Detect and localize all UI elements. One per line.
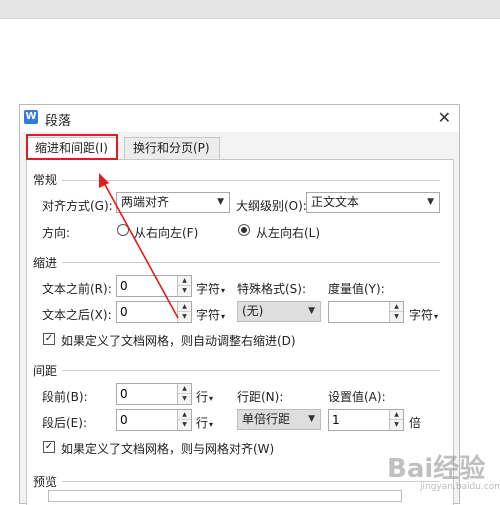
spacing-after-input[interactable]: [120, 411, 170, 429]
setting-value-unit: 倍: [409, 416, 422, 430]
indent-before-label: 文本之前(R):: [42, 282, 112, 296]
section-divider: [62, 481, 440, 482]
section-spacing-title: 间距: [33, 364, 58, 378]
indent-before-unit-dropdown[interactable]: 字符▾: [196, 280, 225, 297]
snap-to-grid-checkbox[interactable]: ✓: [43, 441, 55, 453]
alignment-select-value: 两端对齐: [121, 195, 170, 209]
snap-to-grid-label: 如果定义了文档网格，则与网格对齐(W): [61, 442, 275, 456]
spacing-before-unit-dropdown[interactable]: 行▾: [196, 388, 213, 405]
spacing-after-unit: 行: [196, 416, 209, 430]
line-spacing-select-value: 单倍行距: [242, 412, 291, 426]
spacing-before-label: 段前(B):: [42, 390, 88, 404]
indent-before-stepper[interactable]: ▲ ▼: [116, 275, 192, 297]
stepper-down-icon[interactable]: ▼: [178, 286, 191, 296]
indent-before-unit: 字符: [196, 282, 221, 296]
stepper-up-icon[interactable]: ▲: [178, 302, 191, 312]
stepper-up-icon[interactable]: ▲: [178, 410, 191, 420]
measure-input[interactable]: [332, 303, 382, 321]
alignment-label: 对齐方式(G):: [42, 199, 113, 213]
close-icon[interactable]: ✕: [438, 108, 451, 127]
rtl-radio[interactable]: [117, 224, 129, 236]
spacing-after-unit-dropdown[interactable]: 行▾: [196, 414, 213, 431]
spacing-after-label: 段后(E):: [42, 416, 87, 430]
line-spacing-select[interactable]: 单倍行距 ▼: [237, 409, 321, 430]
section-divider: [62, 262, 440, 263]
stepper-up-icon[interactable]: ▲: [390, 410, 403, 420]
direction-label: 方向:: [42, 226, 71, 240]
setting-value-stepper[interactable]: ▲ ▼: [328, 409, 404, 431]
dialog-title: 段落: [45, 114, 72, 129]
stepper-buttons: ▲ ▼: [177, 410, 191, 430]
stepper-down-icon[interactable]: ▼: [178, 394, 191, 404]
stepper-down-icon[interactable]: ▼: [178, 420, 191, 430]
chevron-down-icon: ▼: [308, 306, 315, 316]
tab-indent-spacing[interactable]: 缩进和间距(I): [26, 137, 117, 161]
rtl-radio-label: 从右向左(F): [134, 226, 199, 240]
stepper-up-icon[interactable]: ▲: [178, 276, 191, 286]
special-format-select[interactable]: (无) ▼: [237, 301, 321, 322]
chevron-down-icon: ▼: [217, 197, 224, 207]
special-format-select-value: (无): [242, 304, 264, 318]
section-divider: [62, 180, 440, 181]
stepper-buttons: ▲ ▼: [177, 302, 191, 322]
special-format-label: 特殊格式(S):: [237, 282, 307, 296]
section-general-title: 常规: [33, 173, 58, 187]
outline-level-select-value: 正文文本: [311, 195, 360, 209]
setting-value-input[interactable]: [332, 411, 382, 429]
auto-adjust-indent-checkbox[interactable]: ✓: [43, 333, 55, 345]
indent-after-unit-dropdown[interactable]: 字符▾: [196, 306, 225, 323]
chevron-down-icon: ▼: [427, 197, 434, 207]
outline-level-label: 大纲级别(O):: [236, 199, 307, 213]
indent-after-input[interactable]: [120, 303, 170, 321]
tab-line-page-breaks[interactable]: 换行和分页(P): [124, 137, 220, 160]
chevron-down-icon: ▾: [221, 312, 226, 321]
section-preview-title: 预览: [33, 475, 58, 489]
alignment-select[interactable]: 两端对齐 ▼: [116, 192, 230, 213]
ltr-radio[interactable]: [238, 224, 250, 236]
stepper-down-icon[interactable]: ▼: [390, 420, 403, 430]
spacing-before-stepper[interactable]: ▲ ▼: [116, 383, 192, 405]
chevron-down-icon: ▾: [209, 394, 214, 403]
section-divider: [62, 370, 440, 371]
spacing-before-unit: 行: [196, 390, 209, 404]
preview-area: [48, 490, 402, 502]
stepper-up-icon[interactable]: ▲: [178, 384, 191, 394]
spacing-before-input[interactable]: [120, 385, 170, 403]
section-indent-title: 缩进: [33, 256, 58, 270]
indent-after-stepper[interactable]: ▲ ▼: [116, 301, 192, 323]
chevron-down-icon: ▾: [221, 286, 226, 295]
line-spacing-label: 行距(N):: [237, 390, 284, 404]
stepper-down-icon[interactable]: ▼: [390, 312, 403, 322]
measure-unit-dropdown[interactable]: 字符▾: [409, 306, 438, 323]
indent-before-input[interactable]: [120, 277, 170, 295]
watermark-url: jingyan.baidu.com: [420, 482, 500, 492]
ltr-radio-label: 从左向右(L): [256, 226, 321, 240]
background-toolbar: [0, 0, 500, 19]
auto-adjust-indent-label: 如果定义了文档网格，则自动调整右缩进(D): [61, 334, 296, 348]
watermark-logo: Bai经验: [387, 454, 486, 484]
indent-after-unit: 字符: [196, 308, 221, 322]
chevron-down-icon: ▼: [308, 414, 315, 424]
indent-after-label: 文本之后(X):: [42, 308, 112, 322]
outline-level-select[interactable]: 正文文本 ▼: [306, 192, 440, 213]
spacing-after-stepper[interactable]: ▲ ▼: [116, 409, 192, 431]
stepper-buttons: ▲ ▼: [177, 384, 191, 404]
measure-unit: 字符: [409, 308, 434, 322]
chevron-down-icon: ▾: [209, 420, 214, 429]
stepper-buttons: ▲ ▼: [389, 410, 403, 430]
chevron-down-icon: ▾: [434, 312, 439, 321]
stepper-down-icon[interactable]: ▼: [178, 312, 191, 322]
measure-stepper[interactable]: ▲ ▼: [328, 301, 404, 323]
measure-label: 度量值(Y):: [328, 282, 385, 296]
dialog-titlebar: W 段落 ✕: [20, 105, 459, 132]
setting-value-label: 设置值(A):: [328, 390, 386, 404]
stepper-up-icon[interactable]: ▲: [390, 302, 403, 312]
stepper-buttons: ▲ ▼: [177, 276, 191, 296]
wps-writer-icon: W: [24, 110, 38, 124]
stepper-buttons: ▲ ▼: [389, 302, 403, 322]
